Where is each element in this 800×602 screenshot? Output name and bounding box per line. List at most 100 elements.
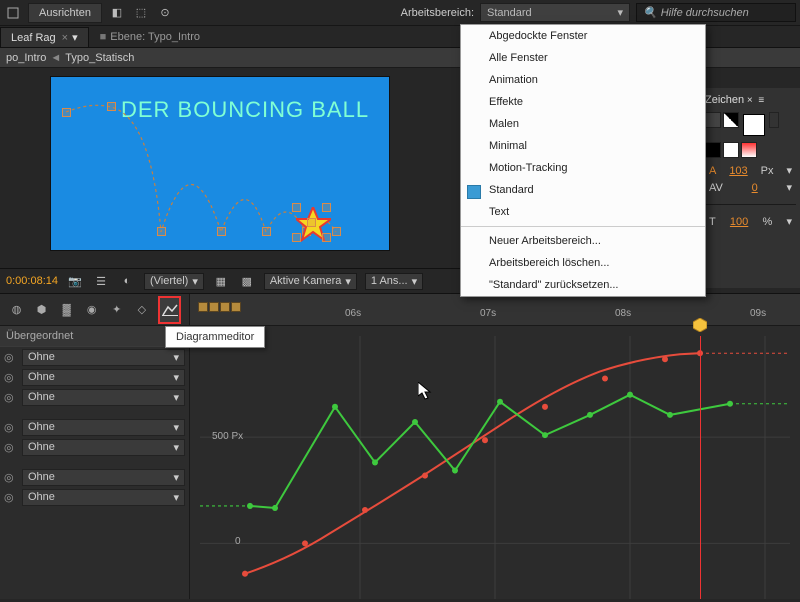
resolution-dropdown[interactable]: (Viertel) ▾ [144, 273, 204, 290]
views-dropdown[interactable]: 1 Ans... ▾ [365, 273, 423, 290]
menu-new-workspace[interactable]: Neuer Arbeitsbereich... [461, 230, 705, 252]
pickwhip-icon[interactable]: ◎ [4, 441, 18, 454]
grid-icon[interactable]: ▦ [212, 272, 230, 290]
graph-chart[interactable]: 500 Px 0 [200, 336, 790, 599]
time-ruler[interactable]: 06s 07s 08s 09s [190, 294, 800, 326]
crumb-a[interactable]: po_Intro [6, 52, 46, 64]
align-button[interactable]: Ausrichten [28, 3, 102, 23]
keyframe-handle[interactable] [217, 227, 226, 236]
workspace-dropdown[interactable]: Standard ▾ [480, 3, 630, 22]
shape-handle[interactable] [322, 203, 331, 212]
pickwhip-icon[interactable]: ◎ [4, 351, 18, 364]
parent-select[interactable]: Ohne▾ [22, 389, 185, 406]
shape-handle[interactable] [292, 233, 301, 242]
none-swatch[interactable] [741, 142, 757, 158]
eyedropper-icon[interactable] [705, 112, 721, 128]
crumb-b[interactable]: Typo_Statisch [65, 52, 134, 64]
workspace-value: Standard [487, 7, 532, 19]
menu-motion-tracking[interactable]: Motion-Tracking [461, 157, 705, 179]
parent-select[interactable]: Ohne▾ [22, 489, 185, 506]
ruler-tick: 08s [615, 308, 631, 319]
font-size-value[interactable]: 103 [729, 165, 747, 177]
keyframe-handle[interactable] [62, 108, 71, 117]
timeline-panel: ◍ ⬢ ▓ ◉ ✦ ◇ Diagrammeditor Übergeordnet … [0, 294, 800, 599]
tool-icon-1[interactable]: ◧ [108, 4, 126, 22]
graph-editor-button[interactable] [158, 296, 181, 324]
channel-icon[interactable]: ☰ [92, 272, 110, 290]
white-swatch[interactable] [723, 142, 739, 158]
star-shape[interactable] [296, 207, 331, 242]
tab-typo-intro[interactable]: ■Ebene: Typo_Intro [89, 27, 211, 47]
parent-select[interactable]: Ohne▾ [22, 439, 185, 456]
3d-icon[interactable]: ⬢ [33, 299, 50, 321]
color-mgmt-icon[interactable]: ◐ [118, 272, 136, 290]
menu-undocked[interactable]: Abgedockte Fenster [461, 25, 705, 47]
shape-handle[interactable] [292, 203, 301, 212]
parent-row: ◎ Ohne▾ [0, 367, 189, 387]
keyframe-handle[interactable] [107, 102, 116, 111]
pickwhip-icon[interactable]: ◎ [4, 421, 18, 434]
timeline-toolbar: ◍ ⬢ ▓ ◉ ✦ ◇ Diagrammeditor [0, 294, 189, 326]
ruler-tick: 07s [480, 308, 496, 319]
menu-paint[interactable]: Malen [461, 113, 705, 135]
preview-canvas[interactable]: DER BOUNCING BALL [50, 76, 390, 251]
search-toggle-icon[interactable]: ⊙ [156, 4, 174, 22]
tab-leaf-rag[interactable]: Leaf Rag×▾ [0, 27, 89, 47]
pickwhip-icon[interactable]: ◎ [4, 371, 18, 384]
scale-value[interactable]: 100 [730, 216, 748, 228]
mask-icon[interactable]: ▩ [238, 272, 256, 290]
shape-anchor[interactable] [307, 218, 316, 227]
frame-blend-icon[interactable]: ▓ [58, 299, 75, 321]
parent-row: ◎ Ohne▾ [0, 467, 189, 487]
current-time-indicator[interactable] [700, 336, 701, 599]
pickwhip-icon[interactable]: ◎ [4, 471, 18, 484]
timecode[interactable]: 0:00:08:14 [6, 275, 58, 287]
parent-row: ◎ Ohne▾ [0, 437, 189, 457]
keyframe-handle[interactable] [332, 227, 341, 236]
search-icon: 🔍 [643, 6, 657, 19]
tracking-value[interactable]: 0 [752, 182, 758, 194]
help-search-input[interactable]: 🔍 Hilfe durchsuchen [636, 3, 796, 22]
pickwhip-icon[interactable]: ◎ [4, 391, 18, 404]
close-icon[interactable]: × [62, 32, 68, 44]
menu-effects[interactable]: Effekte [461, 91, 705, 113]
graph-editor-pane[interactable]: 06s 07s 08s 09s 500 Px 0 [190, 294, 800, 599]
parent-select[interactable]: Ohne▾ [22, 349, 185, 366]
camera-dropdown[interactable]: Aktive Kamera ▾ [264, 273, 357, 290]
parent-select[interactable]: Ohne▾ [22, 369, 185, 386]
menu-animation[interactable]: Animation [461, 69, 705, 91]
keyframe-handle[interactable] [157, 227, 166, 236]
tracking-label: AV [709, 182, 723, 194]
ruler-tick: 09s [750, 308, 766, 319]
menu-delete-workspace[interactable]: Arbeitsbereich löschen... [461, 252, 705, 274]
swatch-reset-icon[interactable] [769, 112, 779, 128]
black-swatch[interactable] [705, 142, 721, 158]
parent-select[interactable]: Ohne▾ [22, 469, 185, 486]
motion-blur-icon[interactable]: ◉ [83, 299, 100, 321]
stroke-swap-icon[interactable] [723, 112, 739, 128]
tool-icon-2[interactable]: ⬚ [132, 4, 150, 22]
character-panel: Zeichen × ≡ A 103 Px▾ AV 0 ▾ T 100 %▾ [700, 88, 800, 288]
font-size-icon: A [709, 165, 716, 177]
menu-reset-standard[interactable]: "Standard" zurücksetzen... [461, 274, 705, 296]
menu-all-windows[interactable]: Alle Fenster [461, 47, 705, 69]
auto-kf-icon[interactable]: ◇ [133, 299, 150, 321]
snapshot-icon[interactable]: 📷 [66, 272, 84, 290]
shape-handle[interactable] [322, 233, 331, 242]
brainstorm-icon[interactable]: ✦ [108, 299, 125, 321]
tracking-row: AV 0 ▾ [705, 179, 796, 196]
blend-icon[interactable]: ◍ [8, 299, 25, 321]
cti-head-icon[interactable] [693, 318, 707, 332]
menu-standard[interactable]: Standard [461, 179, 705, 201]
parent-select[interactable]: Ohne▾ [22, 419, 185, 436]
fill-swatch[interactable] [743, 114, 765, 136]
in-out-markers[interactable] [198, 302, 241, 312]
scale-row: T 100 %▾ [705, 213, 796, 230]
y-label: 0 [235, 536, 241, 547]
parent-header: Übergeordnet [0, 326, 189, 347]
keyframe-handle[interactable] [262, 227, 271, 236]
menu-minimal[interactable]: Minimal [461, 135, 705, 157]
pickwhip-icon[interactable]: ◎ [4, 491, 18, 504]
menu-text[interactable]: Text [461, 201, 705, 223]
anchor-icon[interactable] [4, 4, 22, 22]
